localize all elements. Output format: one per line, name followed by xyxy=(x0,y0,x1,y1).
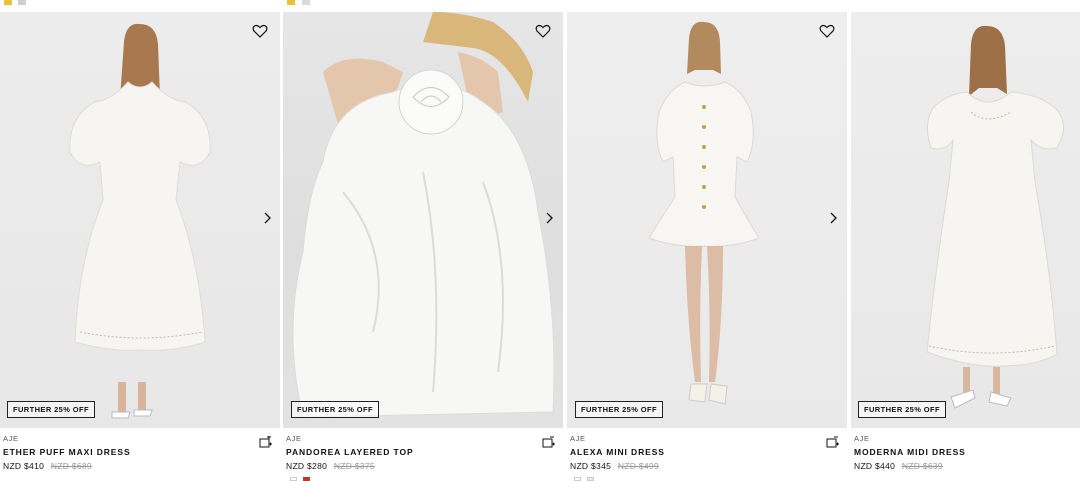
product-name[interactable]: ALEXA MINI DRESS xyxy=(570,447,847,458)
top-photo-illustration xyxy=(292,12,555,418)
original-price: NZD $639 xyxy=(901,461,943,471)
product-image[interactable] xyxy=(851,12,1080,428)
add-to-bag-icon[interactable] xyxy=(826,436,839,449)
sale-price: NZD $440 xyxy=(854,461,896,471)
chevron-right-icon[interactable] xyxy=(260,210,274,226)
product-info: AJE ALEXA MINI DRESS NZD $345 NZD $499 xyxy=(570,433,847,472)
heart-icon[interactable] xyxy=(818,22,836,40)
product-name[interactable]: PANDOREA LAYERED TOP xyxy=(286,447,563,458)
product-image[interactable] xyxy=(283,12,563,428)
original-price: NZD $499 xyxy=(617,461,659,471)
sale-price: NZD $345 xyxy=(570,461,612,471)
add-to-bag-icon[interactable] xyxy=(259,436,272,449)
product-prices: NZD $345 NZD $499 xyxy=(570,461,847,472)
product-card[interactable]: FURTHER 25% OFF AJE MODERNA MIDI DRESS N… xyxy=(851,12,1080,481)
product-prices: NZD $440 NZD $639 xyxy=(854,461,1080,472)
product-brand: AJE xyxy=(854,434,870,443)
product-image[interactable] xyxy=(0,12,280,428)
product-brand: AJE xyxy=(3,434,19,443)
previous-row-strip xyxy=(0,0,1080,12)
color-swatch[interactable] xyxy=(18,0,26,5)
promo-badge: FURTHER 25% OFF xyxy=(858,401,947,418)
color-swatch-grey[interactable] xyxy=(587,477,594,481)
dress-photo-illustration xyxy=(69,23,211,419)
color-swatch-white[interactable] xyxy=(574,477,581,481)
product-card[interactable]: FURTHER 25% OFF AJE PANDOREA LAYERED TOP… xyxy=(283,12,563,481)
product-info: AJE ETHER PUFF MAXI DRESS NZD $410 NZD $… xyxy=(3,433,280,472)
product-prices: NZD $280 NZD $375 xyxy=(286,461,563,472)
product-info: AJE MODERNA MIDI DRESS NZD $440 NZD $639 xyxy=(854,433,1080,472)
product-card[interactable]: FURTHER 25% OFF AJE ETHER PUFF MAXI DRES… xyxy=(0,12,280,481)
sale-price: NZD $280 xyxy=(286,461,328,471)
sale-price: NZD $410 xyxy=(3,461,45,471)
product-name[interactable]: ETHER PUFF MAXI DRESS xyxy=(3,447,280,458)
original-price: NZD $375 xyxy=(333,461,375,471)
chevron-right-icon[interactable] xyxy=(826,210,840,226)
color-swatches xyxy=(574,477,594,481)
product-brand: AJE xyxy=(570,434,586,443)
product-grid: FURTHER 25% OFF AJE ETHER PUFF MAXI DRES… xyxy=(0,12,1080,481)
color-swatches xyxy=(290,477,310,481)
product-info: AJE PANDOREA LAYERED TOP NZD $280 NZD $3… xyxy=(286,433,563,472)
promo-badge: FURTHER 25% OFF xyxy=(291,401,380,418)
color-swatch-red[interactable] xyxy=(303,477,310,481)
dress-photo-illustration xyxy=(926,25,1064,409)
color-swatch[interactable] xyxy=(287,0,295,5)
product-image[interactable] xyxy=(567,12,847,428)
promo-badge: FURTHER 25% OFF xyxy=(575,401,664,418)
product-prices: NZD $410 NZD $689 xyxy=(3,461,280,472)
heart-icon[interactable] xyxy=(534,22,552,40)
promo-badge: FURTHER 25% OFF xyxy=(7,401,96,418)
dress-photo-illustration xyxy=(648,21,760,405)
heart-icon[interactable] xyxy=(251,22,269,40)
color-swatch-white[interactable] xyxy=(290,477,297,481)
original-price: NZD $689 xyxy=(50,461,92,471)
product-brand: AJE xyxy=(286,434,302,443)
product-card[interactable]: FURTHER 25% OFF AJE ALEXA MINI DRESS NZD… xyxy=(567,12,847,481)
color-swatch[interactable] xyxy=(302,0,310,5)
product-name[interactable]: MODERNA MIDI DRESS xyxy=(854,447,1080,458)
add-to-bag-icon[interactable] xyxy=(542,436,555,449)
color-swatch[interactable] xyxy=(4,0,12,5)
chevron-right-icon[interactable] xyxy=(542,210,556,226)
